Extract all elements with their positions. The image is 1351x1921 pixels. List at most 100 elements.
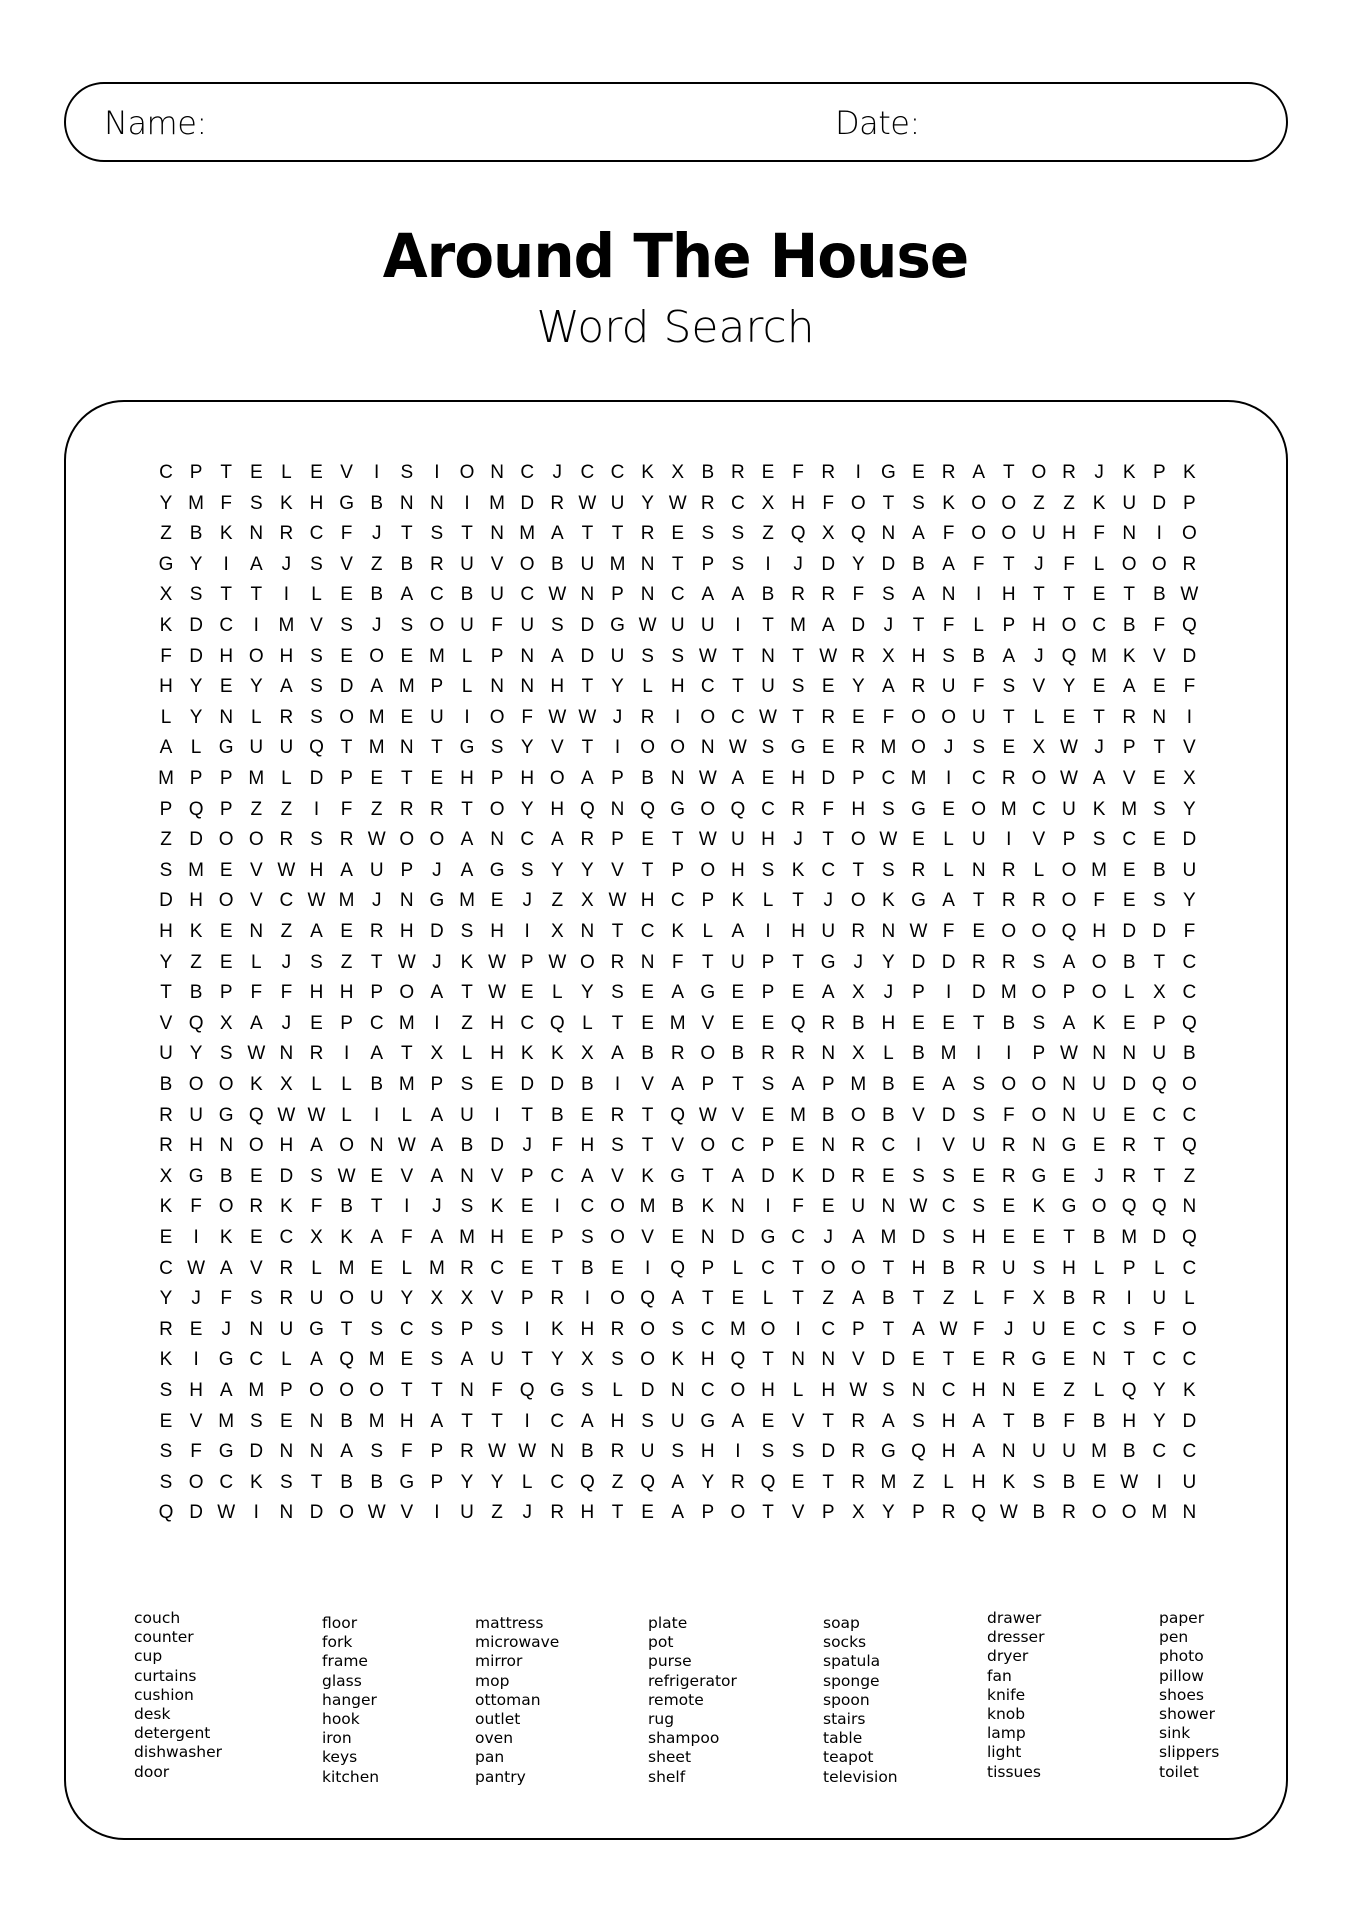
grid-letter[interactable]: I	[994, 1039, 1024, 1069]
grid-letter[interactable]: B	[813, 1101, 843, 1131]
grid-letter[interactable]: J	[512, 1131, 542, 1161]
grid-letter[interactable]: C	[271, 886, 301, 916]
grid-letter[interactable]: E	[1024, 1223, 1054, 1253]
grid-letter[interactable]: H	[904, 1254, 934, 1284]
grid-letter[interactable]: W	[572, 703, 602, 733]
grid-letter[interactable]: Y	[873, 1498, 903, 1528]
grid-letter[interactable]: F	[181, 1192, 211, 1222]
grid-letter[interactable]: A	[843, 1223, 873, 1253]
grid-letter[interactable]: D	[873, 1345, 903, 1375]
grid-letter[interactable]: R	[1114, 1162, 1144, 1192]
grid-letter[interactable]: H	[633, 886, 663, 916]
grid-letter[interactable]: C	[271, 1223, 301, 1253]
grid-letter[interactable]: F	[211, 489, 241, 519]
grid-letter[interactable]: T	[603, 519, 633, 549]
grid-letter[interactable]: V	[482, 1284, 512, 1314]
grid-letter[interactable]: D	[542, 1070, 572, 1100]
grid-letter[interactable]: G	[211, 1101, 241, 1131]
grid-letter[interactable]: H	[934, 1437, 964, 1467]
grid-letter[interactable]: N	[572, 917, 602, 947]
grid-letter[interactable]: Q	[512, 1376, 542, 1406]
grid-letter[interactable]: P	[211, 978, 241, 1008]
grid-letter[interactable]: U	[1084, 1101, 1114, 1131]
grid-letter[interactable]: Q	[753, 1468, 783, 1498]
grid-letter[interactable]: D	[723, 1223, 753, 1253]
grid-letter[interactable]: R	[542, 1498, 572, 1528]
grid-letter[interactable]: E	[1114, 1101, 1144, 1131]
grid-letter[interactable]: M	[362, 1407, 392, 1437]
grid-letter[interactable]: N	[241, 1315, 271, 1345]
grid-letter[interactable]: K	[1084, 795, 1114, 825]
grid-letter[interactable]: O	[843, 886, 873, 916]
grid-letter[interactable]: N	[994, 1437, 1024, 1467]
grid-letter[interactable]: R	[723, 1468, 753, 1498]
grid-letter[interactable]: P	[693, 1070, 723, 1100]
grid-letter[interactable]: N	[813, 1131, 843, 1161]
grid-letter[interactable]: U	[271, 733, 301, 763]
grid-letter[interactable]: U	[241, 733, 271, 763]
grid-letter[interactable]: B	[1114, 1437, 1144, 1467]
grid-letter[interactable]: S	[302, 703, 332, 733]
grid-letter[interactable]: X	[1024, 1284, 1054, 1314]
grid-letter[interactable]: Z	[1024, 489, 1054, 519]
grid-letter[interactable]: N	[1024, 1131, 1054, 1161]
grid-letter[interactable]: P	[482, 642, 512, 672]
grid-letter[interactable]: H	[964, 1468, 994, 1498]
grid-letter[interactable]: O	[422, 611, 452, 641]
grid-letter[interactable]: P	[452, 1315, 482, 1345]
grid-letter[interactable]: D	[964, 978, 994, 1008]
grid-letter[interactable]: U	[271, 1315, 301, 1345]
grid-letter[interactable]: P	[1114, 1254, 1144, 1284]
grid-letter[interactable]: Y	[151, 489, 181, 519]
grid-letter[interactable]: T	[332, 733, 362, 763]
grid-letter[interactable]: X	[843, 1039, 873, 1069]
grid-letter[interactable]: I	[753, 1192, 783, 1222]
grid-letter[interactable]: S	[181, 580, 211, 610]
grid-letter[interactable]: O	[1084, 948, 1114, 978]
grid-letter[interactable]: U	[1054, 1437, 1084, 1467]
grid-letter[interactable]: O	[633, 733, 663, 763]
grid-letter[interactable]: S	[753, 733, 783, 763]
grid-letter[interactable]: P	[753, 1131, 783, 1161]
grid-letter[interactable]: O	[332, 1498, 362, 1528]
grid-letter[interactable]: E	[362, 1254, 392, 1284]
grid-letter[interactable]: C	[151, 1254, 181, 1284]
grid-letter[interactable]: T	[783, 703, 813, 733]
grid-letter[interactable]: N	[813, 1039, 843, 1069]
grid-letter[interactable]: E	[211, 856, 241, 886]
grid-letter[interactable]: H	[482, 1039, 512, 1069]
grid-letter[interactable]: H	[151, 672, 181, 702]
grid-letter[interactable]: I	[452, 703, 482, 733]
grid-letter[interactable]: T	[934, 1345, 964, 1375]
grid-letter[interactable]: H	[1024, 611, 1054, 641]
grid-letter[interactable]: A	[723, 580, 753, 610]
grid-letter[interactable]: B	[452, 1131, 482, 1161]
grid-letter[interactable]: F	[1144, 1315, 1174, 1345]
grid-letter[interactable]: C	[753, 1254, 783, 1284]
grid-letter[interactable]: P	[904, 1498, 934, 1528]
grid-letter[interactable]: P	[512, 1284, 542, 1314]
grid-letter[interactable]: U	[663, 611, 693, 641]
grid-letter[interactable]: M	[362, 1345, 392, 1375]
grid-letter[interactable]: P	[422, 1468, 452, 1498]
grid-letter[interactable]: C	[753, 795, 783, 825]
grid-letter[interactable]: E	[392, 642, 422, 672]
grid-letter[interactable]: Y	[151, 1284, 181, 1314]
grid-letter[interactable]: D	[302, 1498, 332, 1528]
grid-letter[interactable]: E	[362, 1162, 392, 1192]
grid-letter[interactable]: R	[1084, 1284, 1114, 1314]
grid-letter[interactable]: E	[211, 672, 241, 702]
grid-letter[interactable]: H	[271, 1131, 301, 1161]
grid-letter[interactable]: B	[904, 1039, 934, 1069]
grid-letter[interactable]: H	[151, 917, 181, 947]
grid-letter[interactable]: S	[151, 1376, 181, 1406]
grid-letter[interactable]: W	[211, 1498, 241, 1528]
grid-letter[interactable]: T	[994, 458, 1024, 488]
grid-letter[interactable]: B	[332, 1192, 362, 1222]
grid-letter[interactable]: S	[422, 1345, 452, 1375]
grid-letter[interactable]: S	[1144, 886, 1174, 916]
grid-letter[interactable]: O	[994, 917, 1024, 947]
grid-letter[interactable]: V	[241, 1254, 271, 1284]
grid-letter[interactable]: R	[151, 1101, 181, 1131]
grid-letter[interactable]: R	[904, 856, 934, 886]
